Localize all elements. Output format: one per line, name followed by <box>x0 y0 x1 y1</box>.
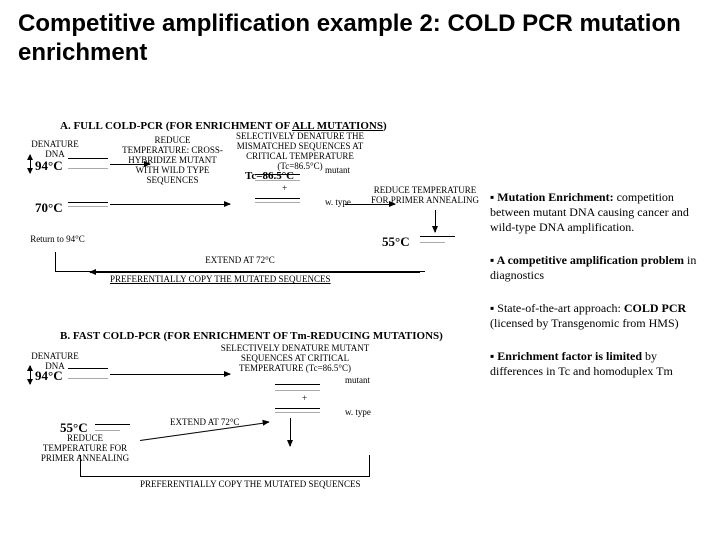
bullet-1-lead: Mutation Enrichment: <box>490 190 614 204</box>
dna-strand <box>275 384 320 385</box>
wtype-label-a: w. type <box>325 198 351 208</box>
dna-strand <box>68 378 108 379</box>
section-b-title: B. FAST COLD-PCR (FOR ENRICHMENT OF Tm-R… <box>60 330 480 342</box>
anneal-label-a: REDUCE TEMPERATURE FOR PRIMER ANNEALING <box>370 186 480 206</box>
temp-70c: 70°C <box>35 200 63 216</box>
dna-strand <box>275 390 320 391</box>
pref-label-a: PREFERENTIALLY COPY THE MUTATED SEQUENCE… <box>110 275 331 285</box>
dna-strand <box>95 424 130 425</box>
flow-arrow <box>110 374 230 375</box>
denature-label-a: DENATURE DNA <box>25 140 85 160</box>
bullet-1: Mutation Enrichment: competition between… <box>490 190 700 235</box>
down-arrow-icon <box>290 418 291 446</box>
pref-label-b: PREFERENTIALLY COPY THE MUTATED SEQUENCE… <box>140 480 361 490</box>
bullet-2-lead: A competitive amplification problem <box>490 253 684 267</box>
dna-strand <box>68 168 108 169</box>
bullet-3-bold: COLD PCR <box>624 301 686 315</box>
bullet-2: A competitive amplification problem in d… <box>490 253 700 283</box>
return-arrow <box>90 272 420 273</box>
temp-94c-b: 94°C <box>35 368 63 384</box>
bullet-4: Enrichment factor is limited by differen… <box>490 349 700 379</box>
temp-55c-a: 55°C <box>382 234 410 250</box>
return-path-b <box>80 455 370 477</box>
dna-strand <box>68 158 108 159</box>
section-b-suffix: (FOR ENRICHMENT OF Tm-REDUCING MUTATIONS… <box>164 330 443 342</box>
section-b: B. FAST COLD-PCR (FOR ENRICHMENT OF Tm-R… <box>30 330 480 500</box>
section-b-bold: COLD-PCR <box>103 330 161 342</box>
bullet-3-lead: State-of-the-art approach: <box>490 301 621 315</box>
dna-strand <box>255 202 300 203</box>
dna-strand <box>95 430 120 431</box>
mutant-label-b: mutant <box>345 376 370 386</box>
section-a-bold: COLD-PCR <box>105 120 163 132</box>
section-b-prefix: B. FAST <box>60 330 100 342</box>
dna-strand <box>275 408 320 409</box>
wtype-label-b: w. type <box>345 408 371 418</box>
dna-strand <box>68 206 108 207</box>
extend-label-a: EXTEND AT 72°C <box>170 256 310 266</box>
page-title: Competitive amplification example 2: COL… <box>0 0 720 68</box>
return-label: Return to 94°C <box>30 235 85 245</box>
down-arrow-icon <box>435 210 436 232</box>
dna-strand <box>255 174 300 175</box>
dna-strand <box>68 202 108 203</box>
dna-strand <box>275 412 320 413</box>
bullet-3: State-of-the-art approach: COLD PCR (lic… <box>490 301 700 331</box>
section-a: A. FULL COLD-PCR (FOR ENRICHMENT OF ALL … <box>30 120 480 290</box>
bullet-4-lead: Enrichment factor is limited <box>490 349 642 363</box>
double-arrow-icon <box>30 155 31 173</box>
flow-arrow <box>110 204 230 205</box>
dna-strand <box>255 180 300 181</box>
dna-strand <box>68 368 108 369</box>
dna-strand <box>420 242 445 243</box>
selective-label-b: SELECTIVELY DENATURE MUTANT SEQUENCES AT… <box>220 344 370 374</box>
extend-label-b: EXTEND AT 72°C <box>170 418 239 428</box>
section-a-close: ) <box>383 120 387 132</box>
plus-sign: + <box>302 394 307 404</box>
double-arrow-icon <box>30 366 31 384</box>
dna-strand <box>255 198 300 199</box>
bullet-list: Mutation Enrichment: competition between… <box>490 190 700 397</box>
dna-strand <box>420 236 455 237</box>
plus-sign: + <box>282 184 287 194</box>
section-a-prefix: A. FULL <box>60 120 102 132</box>
mutant-label-a: mutant <box>325 166 350 176</box>
crosshyb-label: REDUCE TEMPERATURE: CROSS-HYBRIDIZE MUTA… <box>120 136 225 185</box>
diagram-area: A. FULL COLD-PCR (FOR ENRICHMENT OF ALL … <box>30 120 480 540</box>
temp-94c-a: 94°C <box>35 158 63 174</box>
bullet-3-rest: (licensed by Transgenomic from HMS) <box>490 316 679 330</box>
